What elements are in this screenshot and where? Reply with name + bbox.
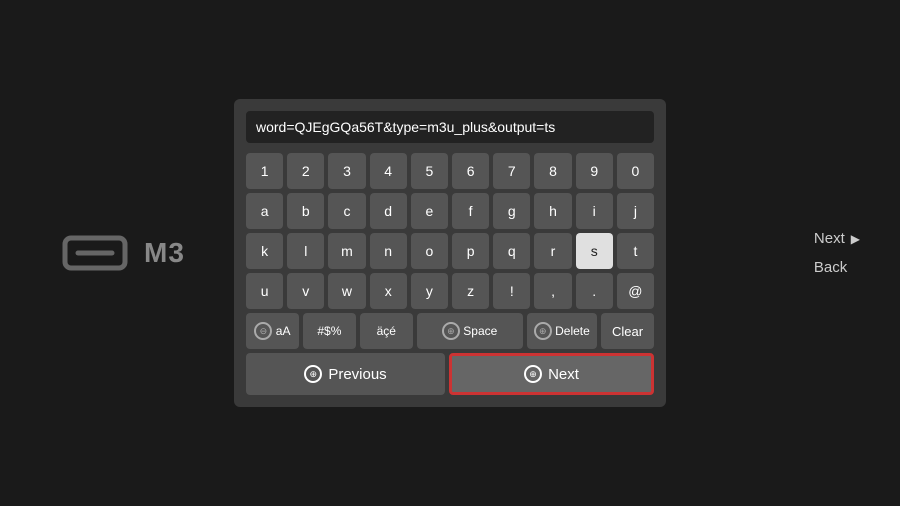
- key-2[interactable]: 2: [287, 153, 324, 189]
- key-period[interactable]: .: [576, 273, 613, 309]
- key-0[interactable]: 0: [617, 153, 654, 189]
- key-d[interactable]: d: [370, 193, 407, 229]
- next-button[interactable]: ⊕ Next: [449, 353, 654, 395]
- key-l[interactable]: l: [287, 233, 324, 269]
- key-w[interactable]: w: [328, 273, 365, 309]
- key-x[interactable]: x: [370, 273, 407, 309]
- key-3[interactable]: 3: [328, 153, 365, 189]
- key-9[interactable]: 9: [576, 153, 613, 189]
- url-input[interactable]: [246, 111, 654, 143]
- key-j[interactable]: j: [617, 193, 654, 229]
- bottom-nav: ⊕ Previous ⊕ Next: [246, 353, 654, 395]
- key-accents[interactable]: äçé: [360, 313, 413, 349]
- key-delete[interactable]: ⊕ Delete: [527, 313, 598, 349]
- logo-icon: [60, 228, 130, 278]
- key-f[interactable]: f: [452, 193, 489, 229]
- key-t[interactable]: t: [617, 233, 654, 269]
- right-menu: Next ▶ Back: [814, 230, 860, 276]
- key-exclaim[interactable]: !: [493, 273, 530, 309]
- background-logo: M3: [60, 228, 185, 278]
- next-label: Next: [548, 366, 579, 383]
- alpha-row-3: u v w x y z ! , . @: [246, 273, 654, 309]
- key-k[interactable]: k: [246, 233, 283, 269]
- key-g[interactable]: g: [493, 193, 530, 229]
- key-c[interactable]: c: [328, 193, 365, 229]
- function-row: ⊖ aA #$% äçé ⊕ Space ⊕ Delete Clear: [246, 313, 654, 349]
- key-n[interactable]: n: [370, 233, 407, 269]
- previous-circle-icon: ⊕: [304, 365, 322, 383]
- delete-icon: ⊕: [534, 322, 552, 340]
- case-icon: ⊖: [254, 322, 272, 340]
- key-space[interactable]: ⊕ Space: [417, 313, 523, 349]
- key-p[interactable]: p: [452, 233, 489, 269]
- key-5[interactable]: 5: [411, 153, 448, 189]
- key-case[interactable]: ⊖ aA: [246, 313, 299, 349]
- right-menu-back-label: Back: [814, 259, 847, 276]
- key-7[interactable]: 7: [493, 153, 530, 189]
- key-comma[interactable]: ,: [534, 273, 571, 309]
- key-m[interactable]: m: [328, 233, 365, 269]
- key-z[interactable]: z: [452, 273, 489, 309]
- key-b[interactable]: b: [287, 193, 324, 229]
- key-e[interactable]: e: [411, 193, 448, 229]
- key-h[interactable]: h: [534, 193, 571, 229]
- right-menu-back[interactable]: Back: [814, 259, 860, 276]
- keyboard-rows: 1 2 3 4 5 6 7 8 9 0 a b c d e f g h i j …: [246, 153, 654, 349]
- key-y[interactable]: y: [411, 273, 448, 309]
- next-arrow-icon: ▶: [851, 232, 860, 246]
- key-u[interactable]: u: [246, 273, 283, 309]
- right-menu-next[interactable]: Next ▶: [814, 230, 860, 247]
- key-o[interactable]: o: [411, 233, 448, 269]
- keyboard-modal: 1 2 3 4 5 6 7 8 9 0 a b c d e f g h i j …: [234, 99, 666, 407]
- key-i[interactable]: i: [576, 193, 613, 229]
- key-6[interactable]: 6: [452, 153, 489, 189]
- key-r[interactable]: r: [534, 233, 571, 269]
- key-4[interactable]: 4: [370, 153, 407, 189]
- alpha-row-2: k l m n o p q r s t: [246, 233, 654, 269]
- logo-text: M3: [144, 237, 185, 269]
- key-at[interactable]: @: [617, 273, 654, 309]
- key-symbols[interactable]: #$%: [303, 313, 356, 349]
- previous-label: Previous: [328, 366, 386, 383]
- key-8[interactable]: 8: [534, 153, 571, 189]
- space-icon: ⊕: [442, 322, 460, 340]
- key-a[interactable]: a: [246, 193, 283, 229]
- right-menu-next-label: Next: [814, 230, 845, 247]
- alpha-row-1: a b c d e f g h i j: [246, 193, 654, 229]
- key-s[interactable]: s: [576, 233, 613, 269]
- previous-button[interactable]: ⊕ Previous: [246, 353, 445, 395]
- key-clear[interactable]: Clear: [601, 313, 654, 349]
- key-q[interactable]: q: [493, 233, 530, 269]
- key-1[interactable]: 1: [246, 153, 283, 189]
- key-v[interactable]: v: [287, 273, 324, 309]
- number-row: 1 2 3 4 5 6 7 8 9 0: [246, 153, 654, 189]
- next-circle-icon: ⊕: [524, 365, 542, 383]
